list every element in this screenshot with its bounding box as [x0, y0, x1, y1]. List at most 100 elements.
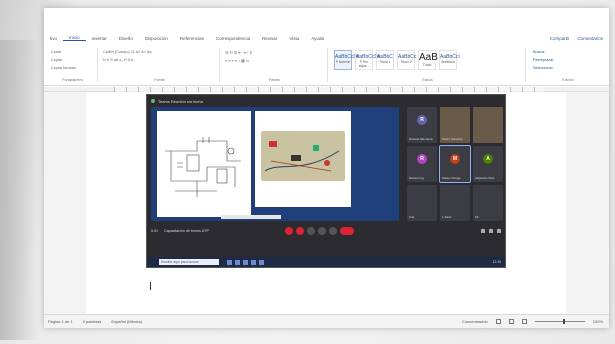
meeting-title: Teams Reunión sin fecha [151, 97, 203, 105]
clipboard-group: Cortar Copiar Copiar formato Portapapele… [48, 48, 98, 82]
grow-font-icon[interactable]: A˄ A˅ Aa [136, 50, 152, 54]
text-cursor [150, 282, 151, 290]
share-button[interactable]: Compartir [550, 36, 570, 41]
participant-tile[interactable]: A Alejandro Ruiz [473, 146, 503, 182]
print-layout-icon[interactable] [508, 319, 514, 324]
ribbon: Cortar Copiar Copiar formato Portapapele… [44, 44, 609, 86]
clipboard-group-label: Portapapeles [62, 78, 83, 82]
tab-insertar[interactable]: Insertar [86, 36, 113, 41]
style-heading-1[interactable]: AaBbC Título 1 [376, 50, 394, 70]
tab-correspondencia[interactable]: Correspondencia [210, 36, 256, 41]
taskbar-apps [227, 259, 264, 265]
word-window: tivo Inicio Insertar Diseño Disposición … [44, 8, 609, 328]
taskbar-search: Escribe aquí para buscar [159, 259, 219, 265]
zoom-level[interactable]: 100% [593, 319, 603, 324]
editing-group: Buscar Reemplazar Seleccionar Edición [530, 48, 606, 82]
read-mode-icon[interactable] [495, 319, 501, 324]
participant-tile[interactable]: Pedro Sanchez [440, 107, 470, 143]
word-count[interactable]: 0 palabras [83, 319, 102, 324]
meeting-title-text: Teams Reunión sin fecha [158, 98, 203, 104]
zoom-slider[interactable] [534, 319, 585, 324]
participant-tile[interactable]: R Ramon Ing [407, 146, 437, 182]
tab-revisar[interactable]: Revisar [256, 36, 283, 41]
meeting-timer: 0:41 [151, 229, 158, 233]
app-icon [235, 259, 240, 265]
avatar: R [417, 154, 427, 164]
participant-tile[interactable]: R Ricardo Mendoza [407, 107, 437, 143]
app-icon [259, 259, 264, 265]
tab-referencias[interactable]: Referencias [174, 36, 210, 41]
app-icon [227, 259, 232, 265]
participant-tile-active[interactable]: M Mateo Ortega [439, 145, 471, 183]
style-subtitle[interactable]: AaBbCcI Subtítulo [439, 50, 460, 70]
chat-icon[interactable] [329, 227, 337, 235]
participant-name: Ana [409, 215, 415, 219]
meeting-controls: 0:41 Capacitación de tornos UTP [151, 225, 503, 237]
fullscreen-icon[interactable] [497, 229, 501, 233]
replace-button[interactable]: Reemplazar [533, 58, 603, 64]
windows-taskbar: Escribe aquí para buscar 12:45 [147, 257, 505, 267]
avatar: A [483, 154, 493, 164]
select-button[interactable]: Seleccionar [533, 66, 603, 72]
breadboard-components-icon [264, 141, 340, 172]
style-no-spacing[interactable]: AaBbCcDc ¶ Sin espa... [355, 50, 380, 70]
comments-button[interactable]: Comentarios [577, 36, 603, 41]
tab-inicio[interactable]: Inicio [63, 35, 86, 41]
align-buttons[interactable]: ≡ ≡ ≡ ≡ ↕ ▦ ▭ [225, 58, 324, 64]
mute-icon[interactable] [285, 227, 293, 235]
language-status[interactable]: Español (México) [111, 319, 142, 324]
breadboard-image [261, 131, 345, 181]
styles-group-label: Estilos [422, 78, 433, 82]
status-bar: Página 1 de 1 0 palabras Español (México… [44, 314, 609, 328]
reactions-icon[interactable] [489, 229, 493, 233]
tab-ayuda[interactable]: Ayuda [305, 36, 330, 41]
tab-diseno[interactable]: Diseño [113, 36, 139, 41]
copy-button[interactable]: Copiar [51, 58, 94, 64]
share-screen-icon[interactable] [307, 227, 315, 235]
font-format-buttons[interactable]: N K S ab x₂ x² A A [103, 58, 216, 64]
web-layout-icon[interactable] [521, 319, 527, 324]
breadboard-photo [255, 111, 351, 207]
editing-group-label: Edición [562, 78, 574, 82]
meeting-footer-title: Capacitación de tornos UTP [164, 229, 209, 233]
paragraph-group-label: Párrafo [268, 78, 281, 82]
participant-tile[interactable]: L.Sanz [440, 185, 470, 221]
shared-screen [151, 107, 399, 221]
circuit-schematic-icon [165, 137, 241, 197]
participants-icon[interactable] [481, 229, 485, 233]
participant-grid: R Ricardo Mendoza Pedro Sanchez R Ramon … [407, 107, 503, 221]
participant-name: L.Sanz [442, 215, 452, 219]
cut-button[interactable]: Cortar [51, 50, 94, 56]
tab-0[interactable]: tivo [44, 36, 63, 41]
taskbar-clock: 12:45 [492, 260, 502, 264]
styles-group: AaBbCcDc ¶ Normal AaBbCcDc ¶ Sin espa... A… [330, 48, 526, 82]
font-group-label: Fuente [154, 78, 165, 82]
tab-vista[interactable]: Vista [283, 36, 305, 41]
focus-mode-button[interactable]: Concentración [462, 319, 488, 324]
format-painter-button[interactable]: Copiar formato [51, 66, 94, 72]
shared-screen-label [221, 215, 281, 219]
font-group: Calibri (Cuerpo) 11 A˄ A˅ Aa N K S ab x₂… [100, 48, 220, 82]
font-name-select[interactable]: Calibri (Cuerpo) [103, 50, 130, 54]
app-icon [251, 259, 256, 265]
participant-tile[interactable] [473, 107, 503, 143]
participant-tile[interactable]: Ana [407, 185, 437, 221]
embedded-meeting-image: Teams Reunión sin fecha R Ricardo Mendoz… [146, 94, 506, 268]
meeting-status-icon [151, 99, 155, 103]
page-count[interactable]: Página 1 de 1 [48, 319, 73, 324]
list-buttons[interactable]: ☰ ☷ ☰ ⇤ ⇥ ↕ ¶ [225, 50, 324, 56]
participant-name: Mateo Ortega [442, 176, 461, 180]
style-heading-2[interactable]: AaBbCc Título 2 [397, 50, 416, 70]
find-button[interactable]: Buscar [533, 50, 603, 56]
participant-name: Pedro Sanchez [442, 137, 463, 141]
tab-disposicion[interactable]: Disposición [139, 36, 174, 41]
ribbon-tabs: tivo Inicio Insertar Diseño Disposición … [44, 32, 609, 44]
participant-tile[interactable]: Kit [473, 185, 503, 221]
more-options-icon[interactable] [318, 227, 326, 235]
leave-call-icon[interactable] [340, 227, 354, 235]
style-normal[interactable]: AaBbCcDc ¶ Normal [334, 50, 359, 70]
paragraph-group: ☰ ☷ ☰ ⇤ ⇥ ↕ ¶ ≡ ≡ ≡ ≡ ↕ ▦ ▭ Párrafo [222, 48, 328, 82]
font-size-select[interactable]: 11 [131, 50, 135, 54]
camera-off-icon[interactable] [296, 227, 304, 235]
style-title[interactable]: AaB Título [418, 50, 438, 70]
